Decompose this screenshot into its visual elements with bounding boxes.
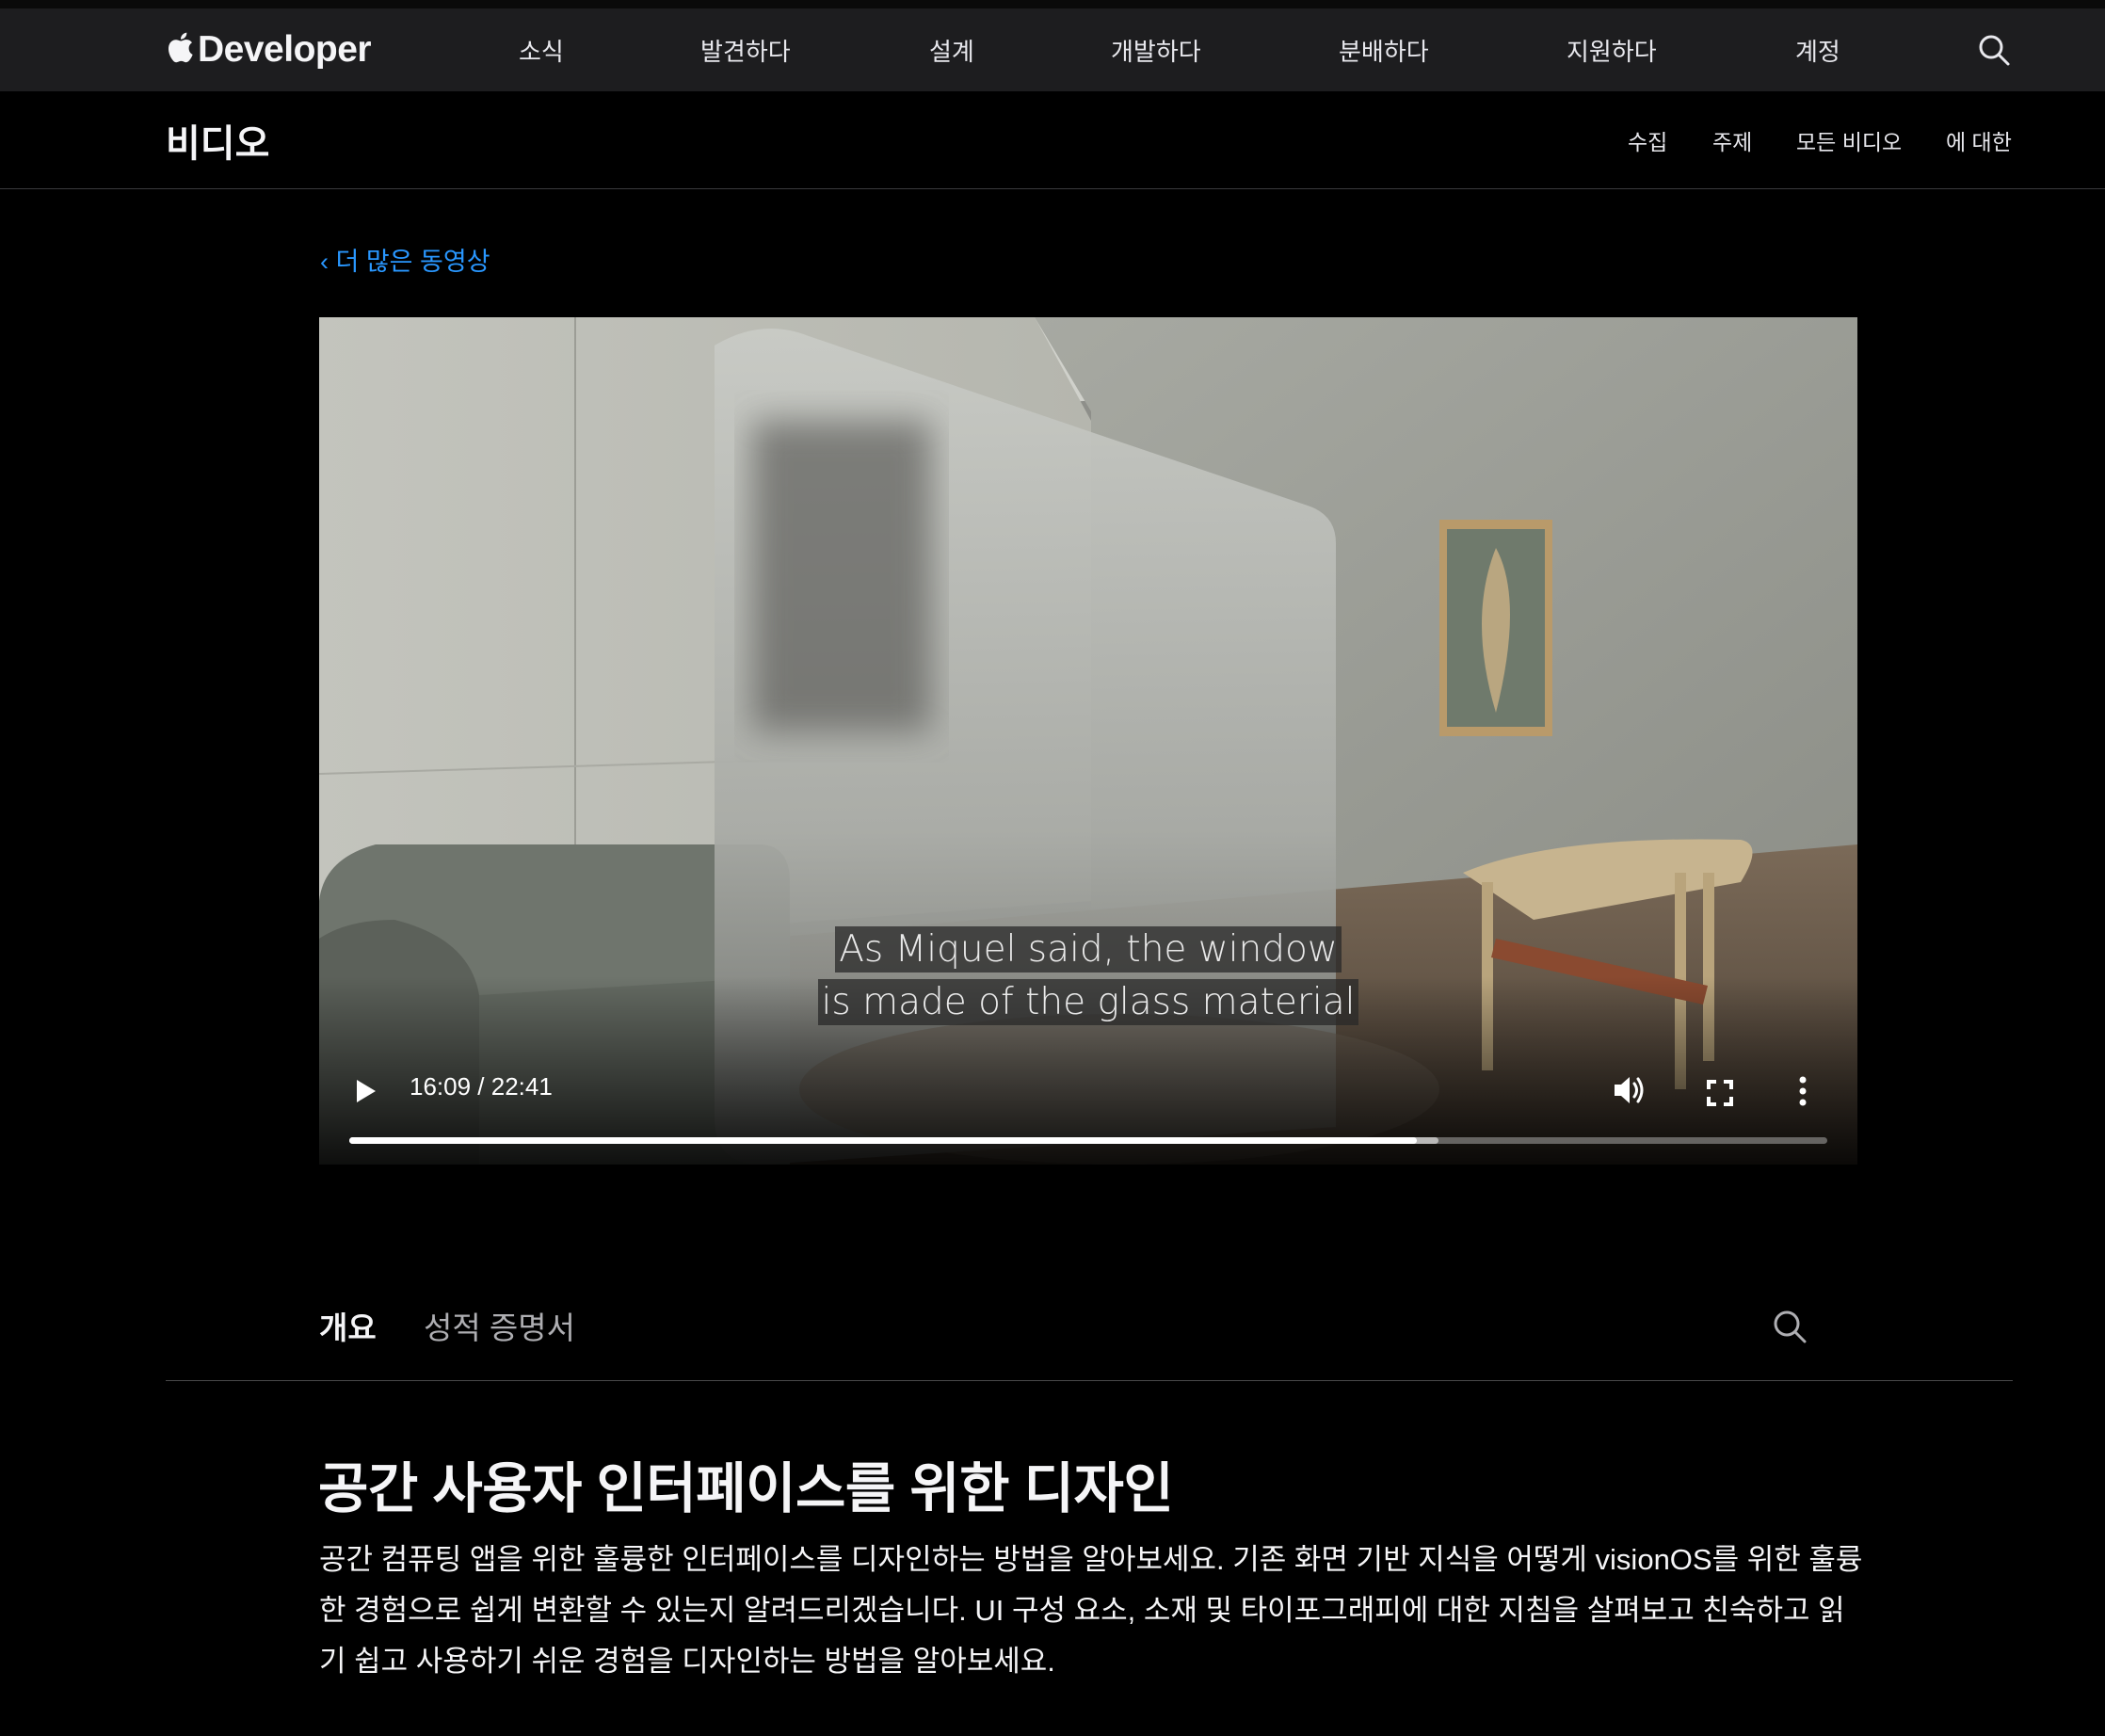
nav-item-design[interactable]: 설계: [929, 8, 974, 91]
developer-logo[interactable]: Developer: [166, 8, 372, 91]
nav-item-develop[interactable]: 개발하다: [1111, 8, 1201, 91]
progress-played: [349, 1137, 1417, 1144]
fullscreen-icon[interactable]: [1707, 1080, 1733, 1106]
caption-line-2: is made of the glass material: [319, 976, 1857, 1029]
local-nav: 비디오 수집 주제 모든 비디오 에 대한: [0, 91, 2105, 189]
progress-bar[interactable]: [349, 1137, 1827, 1144]
nav-item-account[interactable]: 계정: [1795, 8, 1840, 91]
more-videos-link[interactable]: ‹ 더 많은 동영상: [320, 241, 490, 278]
video-player[interactable]: As Miquel said, the window is made of th…: [319, 317, 1857, 1165]
apple-logo-icon: [168, 32, 193, 63]
search-icon[interactable]: [1977, 33, 2011, 67]
nav-item-distribute[interactable]: 분배하다: [1339, 8, 1429, 91]
video-title: 공간 사용자 인터페이스를 위한 디자인: [318, 1458, 1174, 1519]
caption-line-1: As Miquel said, the window: [319, 924, 1857, 976]
top-strip: [0, 0, 2105, 8]
nav-item-discover[interactable]: 발견하다: [700, 8, 791, 91]
time-display: 16:09 / 22:41: [410, 1072, 553, 1101]
brand-label: Developer: [198, 29, 372, 70]
local-link-collections[interactable]: 수집: [1628, 91, 1667, 189]
more-options-icon[interactable]: [1797, 1076, 1808, 1106]
section-title[interactable]: 비디오: [166, 91, 269, 189]
local-link-about[interactable]: 에 대한: [1946, 91, 2012, 189]
nav-item-support[interactable]: 지원하다: [1567, 8, 1657, 91]
global-nav: Developer 소식 발견하다 설계 개발하다 분배하다 지원하다 계정: [0, 8, 2105, 91]
local-link-all-videos[interactable]: 모든 비디오: [1796, 91, 1902, 189]
tab-overview[interactable]: 개요: [319, 1303, 377, 1348]
transcript-search-icon[interactable]: [1772, 1309, 1808, 1344]
tab-transcript[interactable]: 성적 증명서: [424, 1303, 575, 1348]
nav-item-news[interactable]: 소식: [519, 8, 564, 91]
local-link-topics[interactable]: 주제: [1712, 91, 1752, 189]
play-icon[interactable]: [353, 1078, 378, 1104]
video-description: 공간 컴퓨팅 앱을 위한 훌륭한 인터페이스를 디자인하는 방법을 알아보세요.…: [319, 1543, 1863, 1678]
tab-divider: [166, 1380, 2013, 1381]
volume-icon[interactable]: [1613, 1074, 1647, 1106]
